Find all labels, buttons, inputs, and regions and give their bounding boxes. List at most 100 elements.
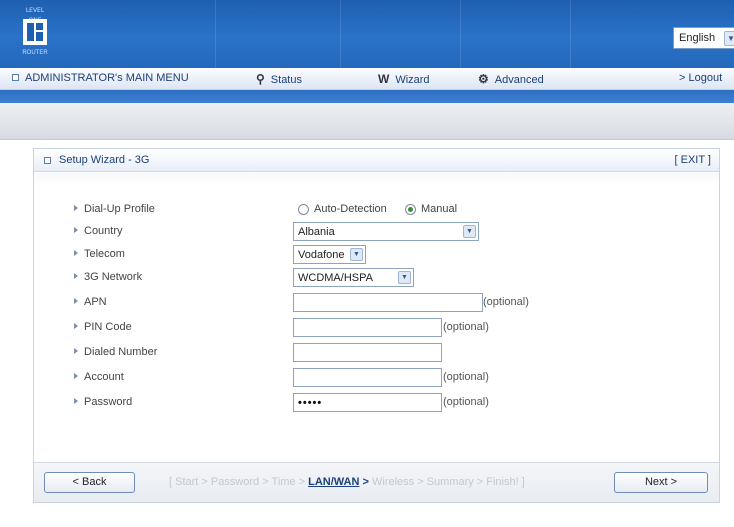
network-value: WCDMA/HSPA (298, 272, 373, 284)
account-optional-note: (optional) (443, 371, 489, 383)
step-current-arrow: > (359, 476, 372, 488)
row-dialup-profile: Dial-Up Profile Auto-Detection Manual (34, 199, 719, 221)
header-divider (570, 0, 571, 68)
language-value: English (679, 32, 716, 44)
wizard-steps-breadcrumb: [ Start > Password > Time > LAN/WAN > Wi… (169, 476, 525, 488)
top-header: LEVEL ONE ROUTER English ▼ (0, 0, 734, 68)
menu-advanced-label: Advanced (494, 74, 544, 86)
radio-auto-detection-label: Auto-Detection (314, 203, 387, 215)
arrow-bullet-icon (74, 298, 78, 304)
pin-label: PIN Code (74, 321, 132, 333)
row-pin-code: PIN Code (optional) (34, 317, 719, 339)
brand-logo: LEVEL ONE ROUTER (22, 6, 48, 60)
password-label: Password (74, 396, 132, 408)
logo-mark (23, 19, 47, 45)
account-label-text: Account (84, 371, 124, 383)
next-button[interactable]: Next > (614, 472, 708, 493)
password-input[interactable] (294, 394, 441, 411)
steps-before: [ Start > Password > Time > (169, 476, 309, 488)
chevron-down-icon[interactable]: ▼ (350, 248, 363, 261)
account-input[interactable] (294, 369, 441, 386)
exit-link[interactable]: [ EXIT ] (675, 154, 711, 166)
main-menu-bar: ADMINISTRATOR's MAIN MENU ⚲ Status W Wizar… (0, 68, 734, 90)
wizard-footer: < Back [ Start > Password > Time > LAN/W… (34, 462, 719, 502)
radio-manual[interactable] (405, 204, 416, 215)
steps-after: Wireless > Summary > Finish! ] (371, 476, 525, 488)
apn-label-text: APN (84, 296, 107, 308)
telecom-value: Vodafone (298, 249, 345, 261)
logo-tag-text: LEVEL ONE (25, 7, 45, 24)
password-field[interactable] (293, 393, 442, 412)
telecom-label: Telecom (74, 248, 125, 260)
setup-wizard-panel: Setup Wizard - 3G [ EXIT ] Dial-Up Profi… (33, 148, 720, 503)
panel-subheader (34, 173, 719, 185)
apn-field[interactable] (293, 293, 483, 312)
account-field[interactable] (293, 368, 442, 387)
row-country: Country Albania ▼ (34, 221, 719, 243)
menu-logout[interactable]: > Logout (679, 72, 722, 84)
arrow-bullet-icon (74, 323, 78, 329)
apn-label: APN (74, 296, 107, 308)
dialup-label: Dial-Up Profile (74, 203, 155, 215)
square-bullet-icon (12, 74, 19, 81)
menu-admin-label: ADMINISTRATOR's MAIN MENU (25, 72, 189, 84)
menu-advanced[interactable]: ⚙ Advanced (478, 72, 544, 86)
chevron-down-icon[interactable]: ▼ (724, 31, 734, 46)
arrow-bullet-icon (74, 373, 78, 379)
header-blue-strip (0, 90, 734, 103)
chevron-down-icon[interactable]: ▼ (463, 225, 476, 238)
network-label: 3G Network (74, 271, 142, 283)
radio-auto-detection[interactable] (298, 204, 309, 215)
network-label-text: 3G Network (84, 271, 143, 283)
country-label-text: Country (84, 225, 123, 237)
menu-status-label: Status (270, 74, 302, 86)
apn-optional-note: (optional) (483, 296, 529, 308)
menu-logout-label: > Logout (679, 72, 723, 84)
row-account: Account (optional) (34, 367, 719, 389)
dialed-field[interactable] (293, 343, 442, 362)
network-select[interactable]: WCDMA/HSPA ▼ (293, 268, 414, 287)
account-label: Account (74, 371, 124, 383)
wizard-icon: W (378, 72, 390, 86)
telecom-label-text: Telecom (84, 248, 125, 260)
radio-manual-label: Manual (421, 203, 458, 215)
country-select[interactable]: Albania ▼ (293, 222, 479, 241)
menu-admin[interactable]: ADMINISTRATOR's MAIN MENU (12, 72, 189, 84)
row-apn: APN (optional) (34, 292, 719, 314)
row-telecom: Telecom Vodafone ▼ (34, 244, 719, 266)
dialup-label-text: Dial-Up Profile (84, 203, 155, 215)
arrow-bullet-icon (74, 398, 78, 404)
telecom-select[interactable]: Vodafone ▼ (293, 245, 366, 264)
menu-wizard-label: Wizard (395, 74, 430, 86)
advanced-icon: ⚙ (478, 72, 489, 86)
arrow-bullet-icon (74, 348, 78, 354)
dialed-input[interactable] (294, 344, 441, 361)
menu-wizard[interactable]: W Wizard (378, 72, 430, 86)
row-3g-network: 3G Network WCDMA/HSPA ▼ (34, 267, 719, 289)
pin-field[interactable] (293, 318, 442, 337)
menu-status[interactable]: ⚲ Status (256, 72, 302, 86)
logo-sub-text: ROUTER (22, 50, 48, 56)
header-grey-band (0, 103, 734, 140)
dialed-label: Dialed Number (74, 346, 157, 358)
header-divider (340, 0, 341, 68)
arrow-bullet-icon (74, 227, 78, 233)
country-label: Country (74, 225, 123, 237)
password-label-text: Password (84, 396, 133, 408)
back-button[interactable]: < Back (44, 472, 135, 493)
apn-input[interactable] (294, 294, 482, 311)
pin-input[interactable] (294, 319, 441, 336)
password-optional-note: (optional) (443, 396, 489, 408)
row-password: Password (optional) (34, 392, 719, 414)
arrow-bullet-icon (74, 250, 78, 256)
pin-label-text: PIN Code (84, 321, 132, 333)
chevron-down-icon[interactable]: ▼ (398, 271, 411, 284)
header-divider (215, 0, 216, 68)
dialed-label-text: Dialed Number (84, 346, 158, 358)
language-select[interactable]: English ▼ (673, 27, 734, 49)
step-current: LAN/WAN (308, 476, 360, 488)
square-bullet-icon (44, 157, 51, 164)
header-divider (460, 0, 461, 68)
panel-title-bar: Setup Wizard - 3G [ EXIT ] (34, 149, 719, 172)
arrow-bullet-icon (74, 273, 78, 279)
